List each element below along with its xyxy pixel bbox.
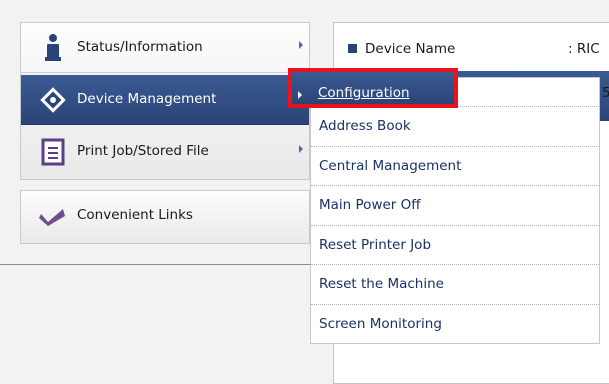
check-arrow-icon [39,202,67,230]
nav-item-print-job-stored-file[interactable]: Print Job/Stored File [21,127,309,176]
chevron-right-icon [299,145,303,153]
submenu-item-main-power-off[interactable]: Main Power Off [311,186,599,226]
nav-item-status-information[interactable]: Status/Information [21,23,309,73]
highlight-box [288,68,458,108]
info-icon [39,33,67,62]
device-name-value: : RIC [568,41,600,57]
chevron-right-icon [299,41,303,49]
submenu-item-central-management[interactable]: Central Management [311,147,599,186]
nav-item-convenient-links[interactable]: Convenient Links [21,191,309,240]
links-nav: Convenient Links [20,190,310,244]
divider [0,264,333,265]
nav-item-label: Status/Information [77,39,203,55]
nav-item-label: Device Management [77,91,217,107]
submenu-item-reset-printer-job[interactable]: Reset Printer Job [311,226,599,265]
main-nav: Status/Information Device Management Pri… [20,22,310,180]
partial-text: 5m [602,85,609,101]
submenu-item-reset-the-machine[interactable]: Reset the Machine [311,265,599,305]
submenu-item-screen-monitoring[interactable]: Screen Monitoring [311,305,599,344]
submenu-item-address-book[interactable]: Address Book [311,107,599,147]
device-name-row: Device Name [348,41,455,57]
nav-item-device-management[interactable]: Device Management [21,75,309,125]
nav-item-label: Print Job/Stored File [77,143,209,159]
device-management-submenu: Configuration Address Book Central Manag… [310,77,600,344]
document-icon [39,138,67,166]
diamond-gear-icon [39,86,67,114]
device-name-label: Device Name [365,41,456,57]
nav-item-label: Convenient Links [77,207,193,223]
square-bullet-icon [348,44,357,53]
